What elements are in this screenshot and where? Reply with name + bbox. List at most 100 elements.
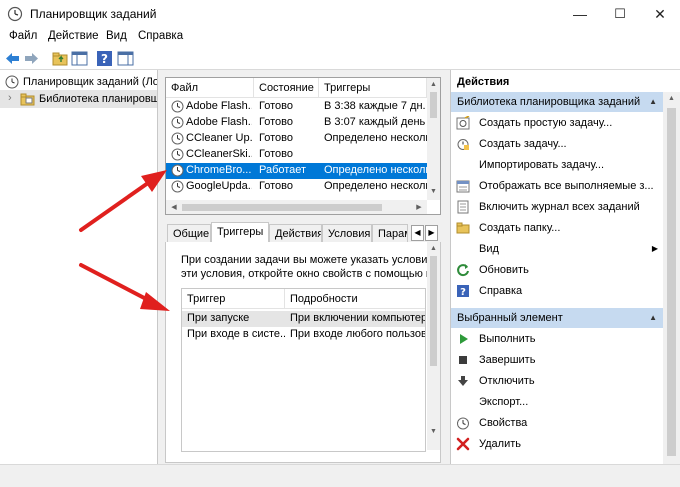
action-item[interactable]: Отображать все выполняемые з... <box>451 176 663 197</box>
console-tree-icon[interactable] <box>71 50 88 67</box>
triggers-description-line-1: При создании задачи вы можете указать ус… <box>181 254 429 266</box>
tree-item-library[interactable]: › Библиотека планировщ <box>0 90 158 108</box>
task-scheduler-app-icon <box>7 6 23 22</box>
task-trigger-cell: Определено несколь <box>324 164 427 176</box>
tab-general[interactable]: Общие <box>167 224 211 242</box>
menu-help[interactable]: Справка <box>138 30 183 42</box>
back-arrow-icon[interactable] <box>4 50 21 67</box>
action-item[interactable]: ? Справка <box>451 281 663 302</box>
action-item[interactable]: Создать простую задачу... <box>451 113 663 134</box>
action-label: Экспорт... <box>479 396 529 408</box>
collapse-caret-icon[interactable]: ▲ <box>649 97 657 106</box>
minimize-button[interactable]: — <box>560 0 600 28</box>
action-item[interactable]: Отключить <box>451 371 663 392</box>
tree-library-label: Библиотека планировщ <box>39 93 158 105</box>
actions-section-library[interactable]: Библиотека планировщика заданий ▲ <box>451 92 663 112</box>
maximize-button[interactable]: ☐ <box>600 0 640 28</box>
action-item[interactable]: Обновить <box>451 260 663 281</box>
action-item[interactable]: Импортировать задачу... <box>451 155 663 176</box>
task-status-cell: Готово <box>259 132 293 144</box>
task-name-cell: CCleaner Up... <box>186 132 252 144</box>
task-row[interactable]: Adobe Flash... Готово В 3:07 каждый день - <box>166 115 428 131</box>
task-status-cell: Готово <box>259 100 293 112</box>
help-icon[interactable]: ? <box>96 50 113 67</box>
action-label: Отключить <box>479 375 535 387</box>
task-list-hscrollbar[interactable]: ◀ ▶ <box>166 200 427 214</box>
close-button[interactable]: ✕ <box>640 0 680 28</box>
scroll-down-arrow-icon[interactable]: ▼ <box>427 188 440 195</box>
trigger-row[interactable]: При входе в систе... При входе любого по… <box>182 327 425 343</box>
scroll-up-arrow-icon[interactable]: ▲ <box>427 81 440 88</box>
scroll-thumb[interactable] <box>430 256 437 366</box>
task-row[interactable]: GoogleUpda... Готово Определено несколь <box>166 179 428 195</box>
action-item[interactable]: Создать папку... <box>451 218 663 239</box>
action-label: Свойства <box>479 417 528 429</box>
actions-title: Действия <box>457 76 510 88</box>
action-item[interactable]: Включить журнал всех заданий <box>451 197 663 218</box>
task-clock-icon <box>171 180 184 193</box>
column-header-name[interactable]: Файл <box>166 78 254 98</box>
scroll-down-arrow-icon[interactable]: ▼ <box>427 428 440 435</box>
task-row[interactable]: ChromeBro... Работает Определено несколь <box>166 163 428 179</box>
action-item[interactable]: Завершить <box>451 350 663 371</box>
properties-icon <box>457 417 469 430</box>
tab-scroll-right-icon[interactable]: ▶ <box>425 225 438 241</box>
tab-settings[interactable]: Парам <box>372 224 408 242</box>
task-trigger-cell: В 3:38 каждые 7 дн. - <box>324 100 427 112</box>
action-item[interactable]: Удалить <box>451 434 663 455</box>
scroll-up-arrow-icon[interactable]: ▲ <box>427 245 440 252</box>
show-pane-icon[interactable] <box>117 50 134 67</box>
action-label: Импортировать задачу... <box>479 159 605 171</box>
scroll-up-arrow-icon[interactable]: ▲ <box>663 95 680 102</box>
task-status-cell: Готово <box>259 116 293 128</box>
actions-vscrollbar[interactable]: ▲ <box>663 92 680 464</box>
wand-task-icon <box>456 116 470 130</box>
triggers-table: Триггер Подробности При запуске При вклю… <box>181 288 426 452</box>
trigger-cell: При входе в систе... <box>187 328 285 340</box>
trigger-detail-cell: При включении компьютер <box>290 312 425 324</box>
task-name-cell: GoogleUpda... <box>186 180 252 192</box>
column-header-triggers[interactable]: Триггеры <box>319 78 427 98</box>
menu-view[interactable]: Вид <box>106 30 127 42</box>
task-trigger-cell: В 3:07 каждый день - <box>324 116 427 128</box>
task-list-vscrollbar[interactable]: ▲ ▼ <box>427 78 440 200</box>
action-item[interactable]: Выполнить <box>451 329 663 350</box>
task-name-cell: CCleanerSki... <box>186 148 252 160</box>
tab-conditions[interactable]: Условия <box>322 224 372 242</box>
menu-action[interactable]: Действие <box>48 30 99 42</box>
scroll-left-arrow-icon[interactable]: ◀ <box>169 203 179 211</box>
action-item[interactable]: Вид ▶ <box>451 239 663 260</box>
column-header-details[interactable]: Подробности <box>290 293 358 305</box>
action-item[interactable]: Экспорт... <box>451 392 663 413</box>
action-label: Отображать все выполняемые з... <box>479 180 654 192</box>
details-vscrollbar[interactable]: ▲ ▼ <box>427 242 440 450</box>
action-label: Создать простую задачу... <box>479 117 613 129</box>
triggers-description: При создании задачи вы можете указать ус… <box>181 253 429 281</box>
tab-scroll-left-icon[interactable]: ◀ <box>411 225 424 241</box>
task-row[interactable]: CCleanerSki... Готово <box>166 147 428 163</box>
trigger-row[interactable]: При запуске При включении компьютер <box>182 311 425 327</box>
tab-actions[interactable]: Действия <box>269 224 322 242</box>
collapse-caret-icon[interactable]: ▲ <box>649 313 657 322</box>
triggers-table-header: Триггер Подробности <box>182 289 425 309</box>
tab-triggers[interactable]: Триггеры <box>211 222 269 243</box>
scroll-thumb[interactable] <box>667 108 676 456</box>
expand-chevron-icon[interactable]: › <box>8 92 12 104</box>
folder-icon <box>456 222 470 234</box>
task-row[interactable]: CCleaner Up... Готово Определено несколь <box>166 131 428 147</box>
menu-file[interactable]: Файл <box>9 30 37 42</box>
forward-arrow-icon[interactable] <box>23 50 40 67</box>
console-tree: Планировщик заданий (Лок › Библиотека пл… <box>0 70 158 464</box>
action-item[interactable]: Создать задачу... <box>451 134 663 155</box>
action-item[interactable]: Свойства <box>451 413 663 434</box>
scroll-right-arrow-icon[interactable]: ▶ <box>414 203 424 211</box>
scroll-thumb[interactable] <box>430 92 437 118</box>
task-row[interactable]: Adobe Flash... Готово В 3:38 каждые 7 дн. … <box>166 99 428 115</box>
column-header-trigger[interactable]: Триггер <box>187 293 225 305</box>
action-label: Выполнить <box>479 333 536 345</box>
tree-item-root[interactable]: Планировщик заданий (Лок <box>0 73 157 91</box>
hscroll-thumb[interactable] <box>182 204 382 211</box>
actions-section-selected[interactable]: Выбранный элемент ▲ <box>451 308 663 328</box>
column-header-status[interactable]: Состояние <box>254 78 319 98</box>
folder-up-icon[interactable] <box>52 50 69 67</box>
